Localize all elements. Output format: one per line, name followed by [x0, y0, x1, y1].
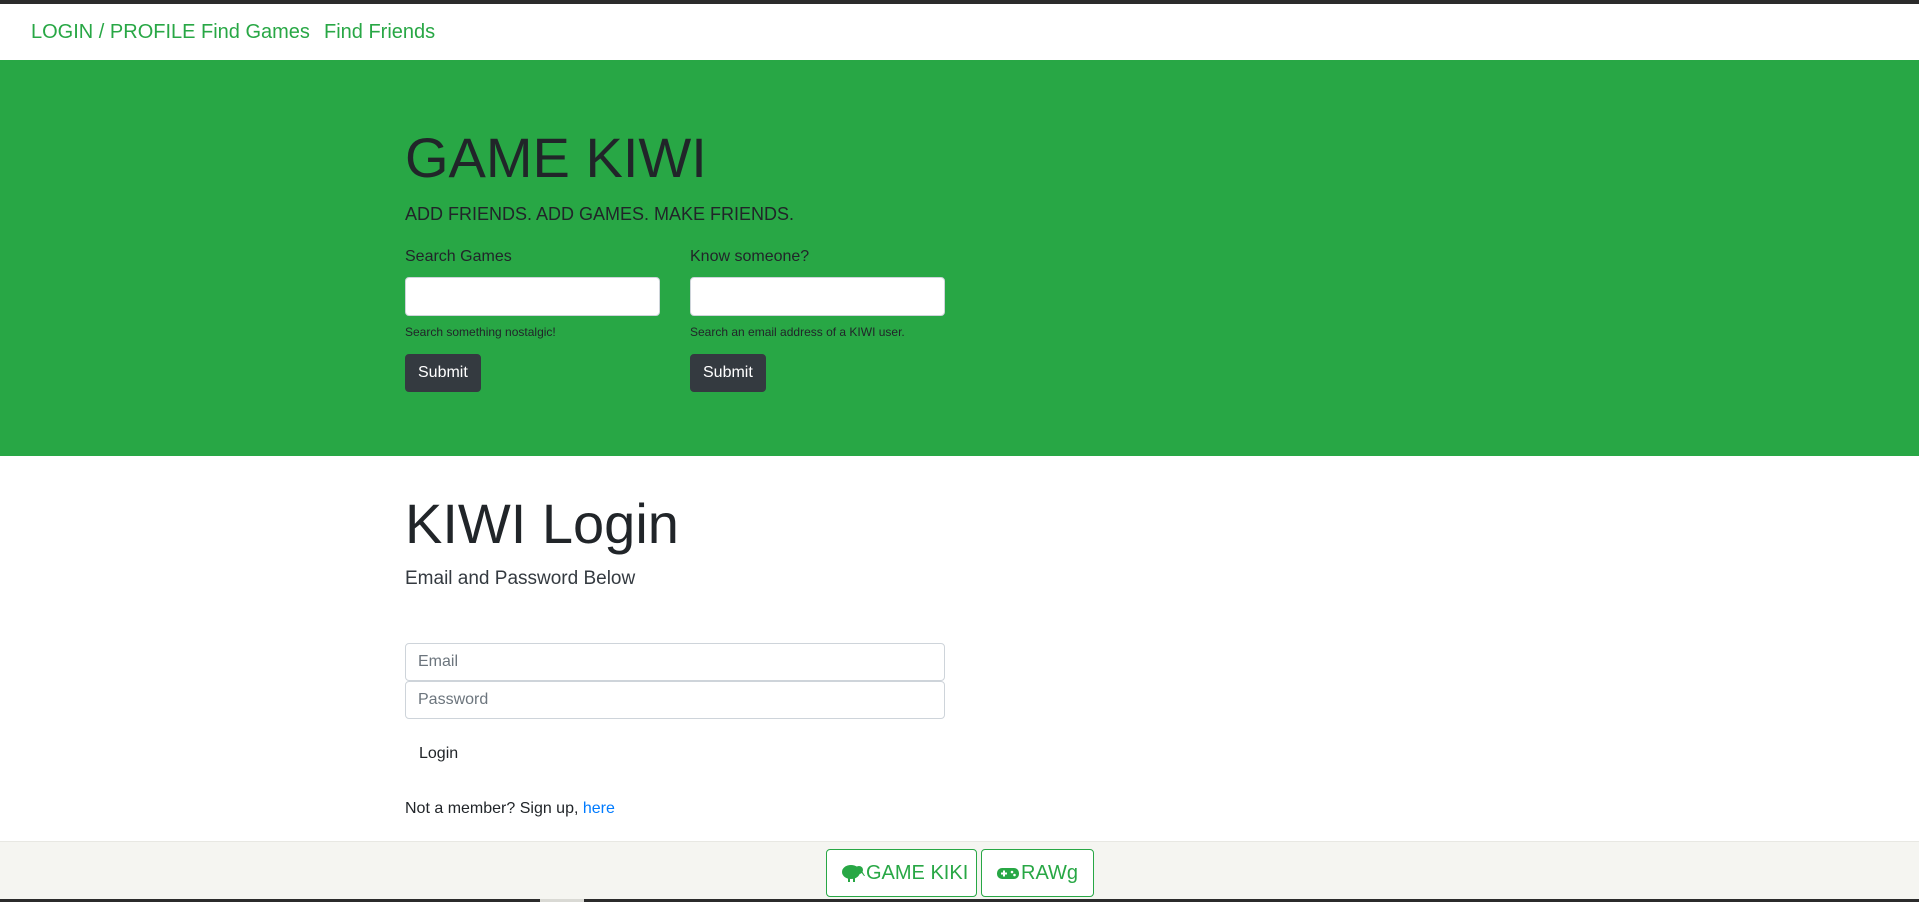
- top-navbar: LOGIN / PROFILE Find Games Find Friends: [0, 4, 1919, 60]
- nav-find-games-link[interactable]: Find Games: [201, 21, 310, 44]
- signup-text: Not a member? Sign up,: [405, 800, 583, 817]
- signup-prompt: Not a member? Sign up, here: [405, 800, 615, 818]
- rawg-label: RAWg: [1021, 861, 1079, 884]
- nav-find-friends-link[interactable]: Find Friends: [324, 21, 435, 44]
- search-games-help: Search something nostalgic!: [405, 325, 556, 339]
- password-field[interactable]: [405, 681, 945, 719]
- footer-bar: GAME KIKI RAWg: [0, 841, 1919, 902]
- email-field[interactable]: [405, 643, 945, 681]
- login-subtitle: Email and Password Below: [405, 568, 636, 589]
- game-kiki-button[interactable]: GAME KIKI: [826, 849, 977, 897]
- rawg-button[interactable]: RAWg: [981, 849, 1094, 897]
- hero-banner: GAME KIWI ADD FRIENDS. ADD GAMES. MAKE F…: [0, 60, 1919, 456]
- login-button[interactable]: Login: [405, 735, 472, 773]
- kiwi-bird-icon: [841, 863, 865, 883]
- login-title: KIWI Login: [405, 492, 679, 555]
- know-someone-submit-button[interactable]: Submit: [690, 354, 766, 392]
- know-someone-help: Search an email address of a KIWI user.: [690, 325, 905, 339]
- signup-link[interactable]: here: [583, 800, 615, 817]
- hero-title: GAME KIWI: [405, 126, 707, 189]
- nav-login-profile-link[interactable]: LOGIN / PROFILE: [31, 21, 195, 44]
- search-games-submit-button[interactable]: Submit: [405, 354, 481, 392]
- hero-subtitle: ADD FRIENDS. ADD GAMES. MAKE FRIENDS.: [405, 204, 795, 224]
- know-someone-label: Know someone?: [690, 248, 810, 265]
- search-games-label: Search Games: [405, 248, 512, 265]
- game-kiki-label: GAME KIKI: [866, 861, 969, 884]
- search-games-input[interactable]: [405, 277, 660, 316]
- gamepad-icon: [996, 863, 1020, 883]
- know-someone-input[interactable]: [690, 277, 945, 316]
